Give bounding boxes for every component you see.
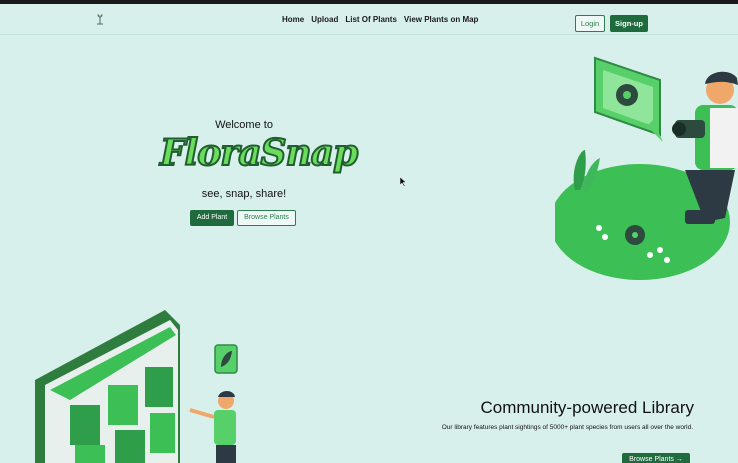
signup-button[interactable]: Sign-up: [610, 15, 648, 32]
mouse-cursor-icon: [400, 177, 407, 187]
browse-plants-section-button[interactable]: Browse Plants →: [622, 453, 690, 463]
login-button[interactable]: Login: [575, 15, 605, 32]
brand-logo-text: FloraSnap: [159, 131, 359, 175]
logo-icon[interactable]: [95, 13, 105, 25]
section-title: Community-powered Library: [480, 398, 694, 417]
nav-list-of-plants[interactable]: List Of Plants: [345, 15, 397, 24]
nav-view-plants-on-map[interactable]: View Plants on Map: [404, 15, 479, 24]
tagline: see, snap, share!: [201, 188, 287, 200]
navbar: Home Upload List Of Plants View Plants o…: [0, 4, 738, 35]
plant-gallery-illustration: [35, 310, 238, 463]
nav-home[interactable]: Home: [282, 15, 304, 24]
nav-links: Home Upload List Of Plants View Plants o…: [282, 15, 478, 24]
browse-plants-button[interactable]: Browse Plants: [237, 210, 296, 226]
section-description: Our library features plant sightings of …: [441, 424, 693, 431]
welcome-text: Welcome to: [215, 119, 273, 131]
photographer-illustration: [555, 56, 738, 280]
photo-frame-icon: [594, 56, 663, 142]
add-plant-button[interactable]: Add Plant: [190, 210, 234, 226]
nav-upload[interactable]: Upload: [311, 15, 338, 24]
leaf-badge-icon: [214, 344, 238, 374]
